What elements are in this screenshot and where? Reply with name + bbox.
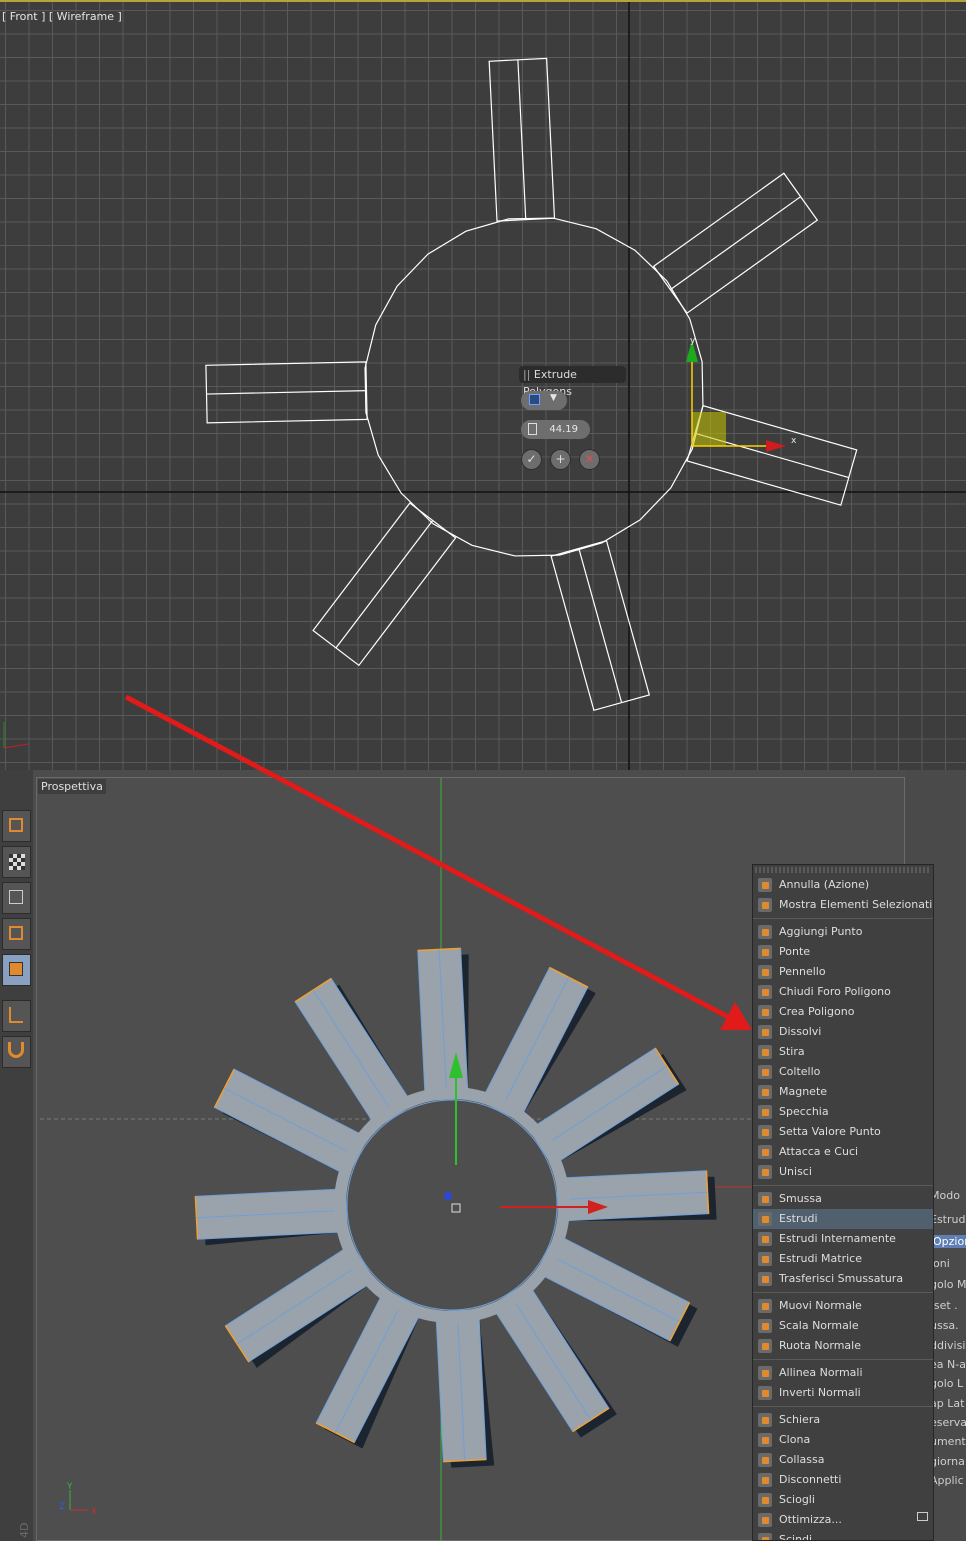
annotation-overlay	[124, 694, 752, 1030]
annotation-arrow	[124, 694, 732, 1021]
